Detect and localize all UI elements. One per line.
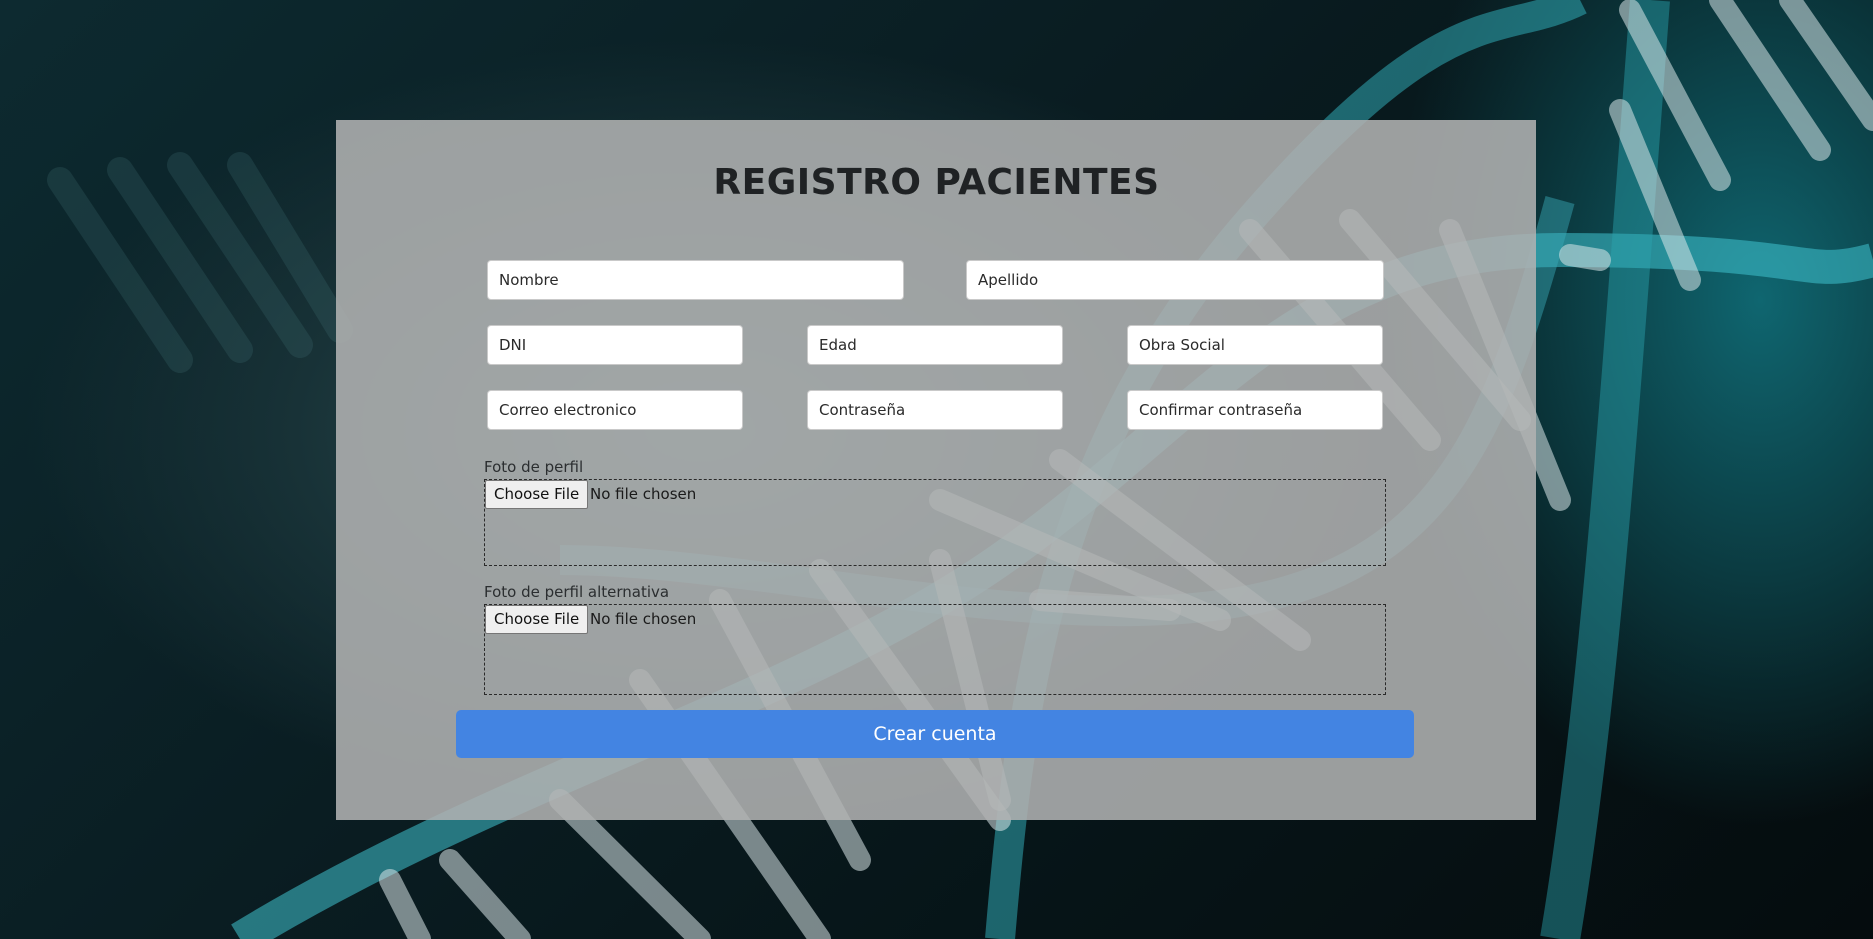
foto-alternativa-choose-file-button[interactable]: Choose File [485,605,589,634]
foto-alternativa-status: No file chosen [590,610,697,628]
password-field[interactable] [807,390,1063,430]
foto-perfil-dropzone[interactable]: Choose File No file chosen [484,479,1386,566]
nombre-input[interactable] [487,260,904,300]
foto-alternativa-dropzone[interactable]: Choose File No file chosen [484,604,1386,695]
edad-input[interactable] [807,325,1063,365]
confirm-password-field[interactable] [1127,390,1383,430]
foto-perfil-choose-file-button[interactable]: Choose File [485,480,589,509]
apellido-input[interactable] [966,260,1384,300]
dni-input[interactable] [487,325,743,365]
crear-cuenta-button[interactable]: Crear cuenta [456,710,1414,758]
foto-perfil-status: No file chosen [590,485,697,503]
email-field[interactable] [487,390,743,430]
page-title: REGISTRO PACIENTES [713,162,1160,203]
foto-perfil-label: Foto de perfil [484,458,584,476]
obra-social-input[interactable] [1127,325,1383,365]
foto-alternativa-label: Foto de perfil alternativa [484,583,670,601]
